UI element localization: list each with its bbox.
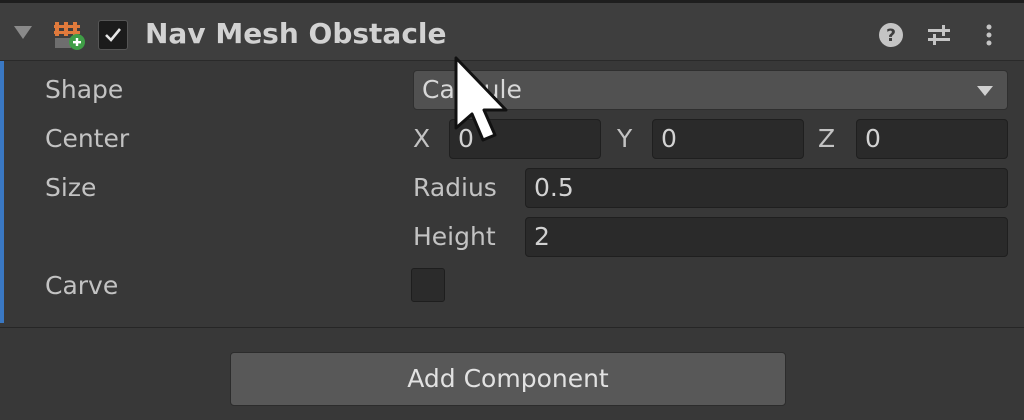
size-radius-label: Radius [413, 173, 497, 202]
component-enabled-checkbox[interactable] [98, 20, 128, 50]
center-z-value: 0 [865, 124, 881, 153]
size-label: Size [45, 173, 97, 202]
size-height-label: Height [413, 222, 496, 251]
selection-accent-bar [0, 61, 4, 323]
chevron-down-icon [977, 86, 993, 96]
mouse-cursor-icon [454, 56, 508, 142]
center-y-value: 0 [661, 124, 677, 153]
size-radius-value: 0.5 [534, 173, 574, 202]
center-y-label: Y [617, 124, 633, 153]
shape-label: Shape [45, 75, 124, 104]
component-title: Nav Mesh Obstacle [145, 17, 447, 50]
carve-checkbox[interactable] [411, 268, 445, 302]
section-divider [0, 327, 1024, 328]
nav-mesh-obstacle-icon [54, 22, 85, 50]
checkmark-icon [105, 28, 122, 42]
size-radius-field[interactable]: 0.5 [525, 168, 1008, 208]
size-height-value: 2 [534, 222, 550, 251]
kebab-menu-icon[interactable] [973, 19, 1005, 51]
center-z-field[interactable]: 0 [856, 119, 1008, 159]
center-y-field[interactable]: 0 [652, 119, 804, 159]
center-label: Center [45, 124, 130, 153]
carve-label: Carve [45, 271, 119, 300]
component-header[interactable]: Nav Mesh Obstacle ? [0, 3, 1024, 61]
center-x-label: X [413, 124, 431, 153]
center-z-label: Z [818, 124, 836, 153]
foldout-triangle-icon[interactable] [14, 26, 32, 39]
size-height-field[interactable]: 2 [525, 217, 1008, 257]
presets-sliders-icon[interactable] [923, 19, 955, 51]
add-component-button[interactable]: Add Component [230, 352, 786, 406]
svg-text:?: ? [886, 26, 896, 46]
help-icon[interactable]: ? [875, 19, 907, 51]
